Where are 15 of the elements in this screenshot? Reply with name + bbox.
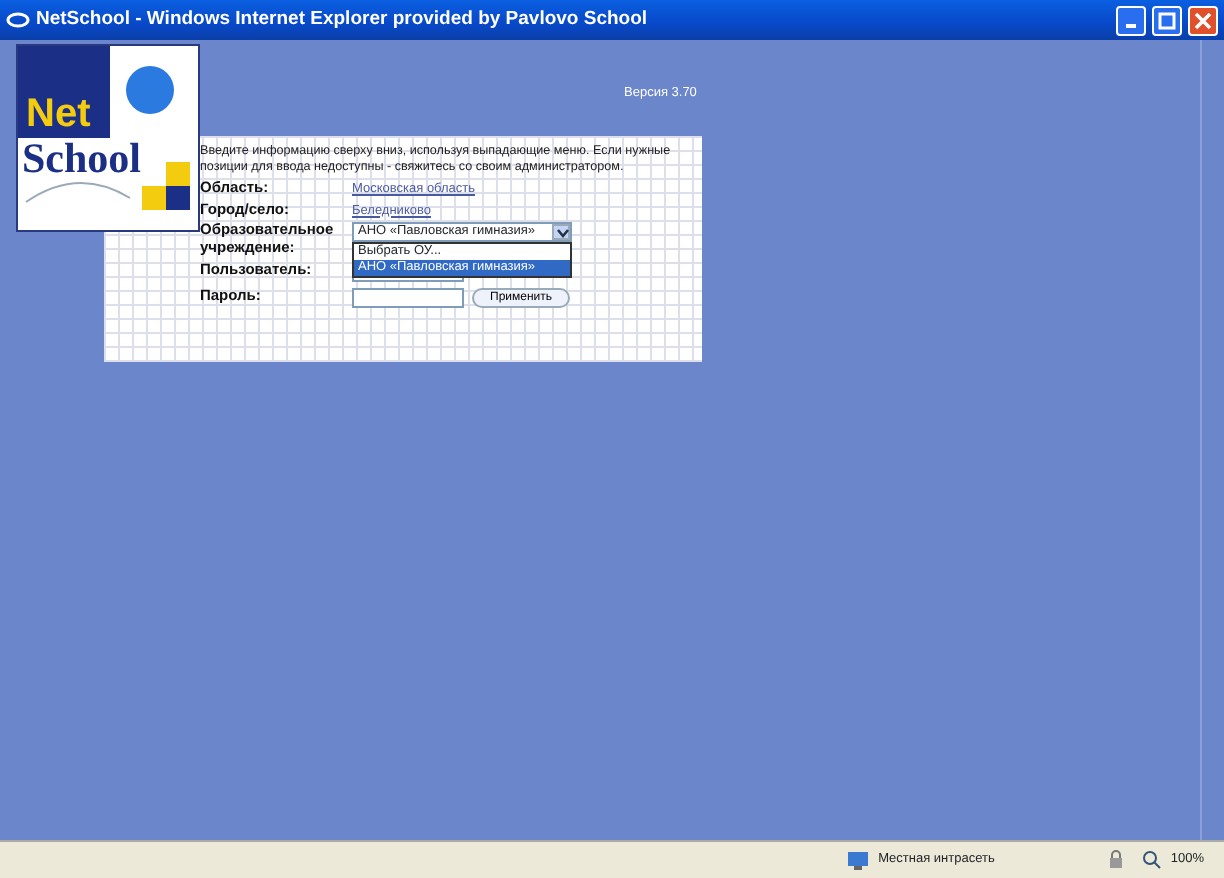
close-button[interactable] bbox=[1188, 5, 1218, 35]
lock-icon bbox=[1106, 850, 1127, 870]
maximize-icon bbox=[1158, 11, 1176, 29]
zoom-icon bbox=[1142, 850, 1163, 870]
logo-text: Net bbox=[26, 94, 91, 134]
minimize-button[interactable] bbox=[1116, 5, 1146, 35]
browser-icon bbox=[6, 8, 30, 32]
close-icon bbox=[1194, 11, 1212, 29]
minimize-icon bbox=[1126, 23, 1136, 27]
dropdown-arrow-icon[interactable] bbox=[552, 224, 570, 240]
password-field[interactable] bbox=[352, 287, 464, 307]
window-title: NetSchool - Windows Internet Explorer provided by Pavlovo School bbox=[36, 5, 648, 34]
network-icon bbox=[846, 850, 871, 870]
maximize-button[interactable] bbox=[1152, 5, 1182, 35]
logo-text: School bbox=[22, 138, 142, 180]
